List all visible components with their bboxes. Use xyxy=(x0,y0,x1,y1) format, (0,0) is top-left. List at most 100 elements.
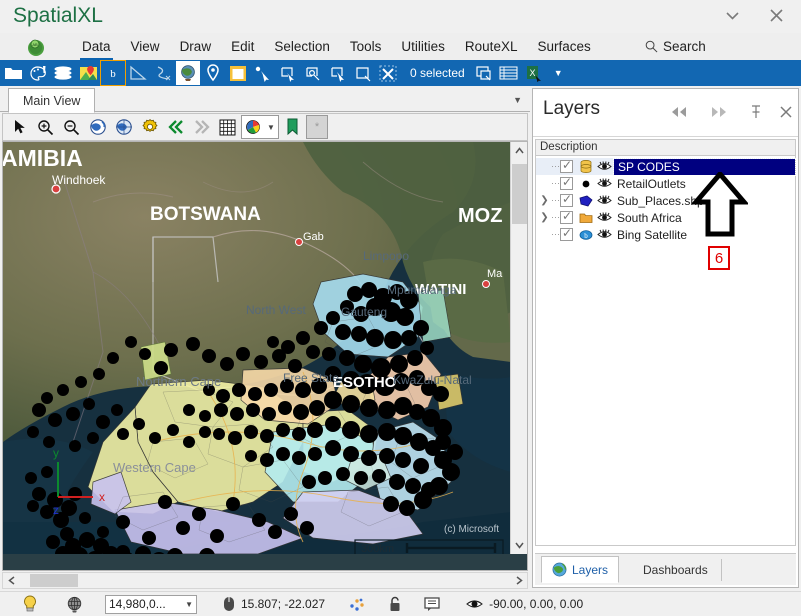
scroll-up-button[interactable] xyxy=(511,142,528,159)
eye-visible-icon[interactable] xyxy=(595,195,614,206)
menu-item-routexl[interactable]: RouteXL xyxy=(455,33,528,60)
zoom-in-icon[interactable] xyxy=(33,115,58,139)
layers-stack-icon[interactable] xyxy=(51,61,75,85)
layer-name: RetailOutlets xyxy=(614,177,689,191)
titlebar-dropdown-button[interactable] xyxy=(711,0,753,31)
message-indicator[interactable] xyxy=(424,592,440,616)
open-folder-icon[interactable] xyxy=(1,61,25,85)
menu-item-edit[interactable]: Edit xyxy=(221,33,264,60)
svg-text:Mpumalanga: Mpumalanga xyxy=(387,283,457,297)
view-tab-strip: Main View ▼ xyxy=(0,86,530,112)
tab-layers[interactable]: Layers xyxy=(541,556,619,583)
projection-globe-indicator[interactable] xyxy=(66,592,83,616)
layer-checkbox[interactable] xyxy=(560,160,573,173)
layers-panel-prev-button[interactable] xyxy=(668,101,692,123)
layer-checkbox[interactable] xyxy=(560,228,573,241)
map-marker-image-icon[interactable] xyxy=(76,61,100,85)
globe-zoom-full-icon[interactable] xyxy=(85,115,110,139)
layers-tree[interactable]: ⋯ SP CODES xyxy=(535,156,796,546)
search-box[interactable]: Search xyxy=(645,33,706,60)
map-toolbar-extra-button[interactable]: * xyxy=(306,115,328,139)
palette-icon[interactable] xyxy=(26,61,50,85)
chevron-right-icon xyxy=(516,576,523,585)
scroll-thumb[interactable] xyxy=(512,164,527,224)
layer-row-retailoutlets[interactable]: ⋯ RetailOutlets xyxy=(536,175,795,192)
bing-maps-icon[interactable]: b xyxy=(101,61,125,85)
map-scale-selector[interactable]: 14,980,0... ▼ xyxy=(105,595,197,614)
measure-area-icon[interactable] xyxy=(126,61,150,85)
eye-visible-icon[interactable] xyxy=(595,161,614,172)
color-theme-caret[interactable]: ▼ xyxy=(267,123,275,132)
color-theme-icon[interactable]: ▼ xyxy=(241,115,279,139)
attribute-table-icon[interactable] xyxy=(497,61,521,85)
ribbon-overflow-caret[interactable]: ▼ xyxy=(554,68,563,78)
clear-selection-icon[interactable] xyxy=(376,61,400,85)
scroll-left-button[interactable] xyxy=(3,573,19,588)
menu-bar: AB Data View Draw Edit Selection Tools U… xyxy=(0,33,801,60)
chevron-down-icon[interactable]: ▼ xyxy=(185,600,193,609)
layers-panel-tabs: Layers Dashboards xyxy=(535,553,796,585)
scroll-down-button[interactable] xyxy=(511,537,528,554)
layer-checkbox[interactable] xyxy=(560,211,573,224)
layer-row-south-africa[interactable]: ❯ ⋯ South Africa xyxy=(536,209,795,226)
menu-item-draw[interactable]: Draw xyxy=(170,33,222,60)
coordinates-label: 15.807; -22.027 xyxy=(241,597,325,611)
globe-icon[interactable] xyxy=(176,61,200,85)
layer-row-sub-places[interactable]: ❯ ⋯ Sub_Places.shp xyxy=(536,192,795,209)
eye-visible-icon[interactable] xyxy=(595,212,614,223)
map-canvas[interactable]: AMIBIA BOTSWANA MOZ WATINI ESOTHO Windho… xyxy=(3,142,511,554)
scroll-right-button[interactable] xyxy=(511,573,527,588)
settings-gear-icon[interactable] xyxy=(137,115,162,139)
scatter-points-indicator[interactable] xyxy=(349,592,366,616)
map-view[interactable]: AMIBIA BOTSWANA MOZ WATINI ESOTHO Windho… xyxy=(2,141,528,571)
menu-item-view[interactable]: View xyxy=(121,33,170,60)
layers-panel: Layers Description xyxy=(532,88,799,588)
hscroll-thumb[interactable] xyxy=(30,574,78,587)
hint-indicator[interactable] xyxy=(22,592,38,616)
select-polygon-icon[interactable] xyxy=(326,61,350,85)
tab-dashboards[interactable]: Dashboards xyxy=(633,556,718,583)
menu-item-tools[interactable]: Tools xyxy=(340,33,392,60)
eye-visible-icon[interactable] xyxy=(595,229,614,240)
svg-text:Western Cape: Western Cape xyxy=(113,460,196,475)
select-rectangle-icon[interactable] xyxy=(276,61,300,85)
menu-item-data[interactable]: Data xyxy=(72,33,121,60)
menu-item-selection[interactable]: Selection xyxy=(264,33,340,60)
layers-panel-close-button[interactable] xyxy=(774,101,798,123)
tree-expand-toggle[interactable]: ❯ xyxy=(538,195,551,206)
map-window-icon[interactable] xyxy=(226,61,250,85)
forward-double-icon[interactable] xyxy=(189,115,214,139)
layer-row-bing-satellite[interactable]: ⋯ b Bing Satellite xyxy=(536,226,795,243)
select-by-box-icon[interactable] xyxy=(351,61,375,85)
grid-icon[interactable] xyxy=(215,115,240,139)
layer-row-sp-codes[interactable]: ⋯ SP CODES xyxy=(536,158,795,175)
menu-item-surfaces[interactable]: Surfaces xyxy=(527,33,600,60)
folder-icon xyxy=(577,212,595,224)
close-window-button[interactable] xyxy=(755,0,797,31)
arrow-pointer-icon[interactable] xyxy=(7,115,32,139)
eye-visible-icon[interactable] xyxy=(595,178,614,189)
map-copyright: (c) Microsoft xyxy=(444,524,499,535)
zoom-out-icon[interactable] xyxy=(59,115,84,139)
layers-panel-pin-button[interactable] xyxy=(744,101,768,123)
select-point-icon[interactable] xyxy=(251,61,275,85)
map-vertical-scrollbar[interactable] xyxy=(510,142,527,554)
select-circle-icon[interactable] xyxy=(301,61,325,85)
export-selection-icon[interactable] xyxy=(472,61,496,85)
view-tab-overflow-caret[interactable]: ▼ xyxy=(513,95,522,105)
layer-checkbox[interactable] xyxy=(560,177,573,190)
globe-previous-extent-icon[interactable] xyxy=(111,115,136,139)
tree-expand-toggle[interactable]: ❯ xyxy=(538,212,551,223)
bookmark-icon[interactable] xyxy=(280,115,305,139)
layers-panel-next-button[interactable] xyxy=(706,101,730,123)
lock-indicator[interactable] xyxy=(388,592,402,616)
rewind-double-icon[interactable] xyxy=(163,115,188,139)
search-label: Search xyxy=(663,39,706,54)
tab-main-view[interactable]: Main View xyxy=(8,88,95,113)
place-pin-icon[interactable] xyxy=(201,61,225,85)
excel-export-icon[interactable]: X xyxy=(522,61,546,85)
measure-distance-icon[interactable] xyxy=(151,61,175,85)
layer-checkbox[interactable] xyxy=(560,194,573,207)
menu-item-utilities[interactable]: Utilities xyxy=(391,33,455,60)
map-horizontal-scrollbar[interactable] xyxy=(2,572,528,589)
